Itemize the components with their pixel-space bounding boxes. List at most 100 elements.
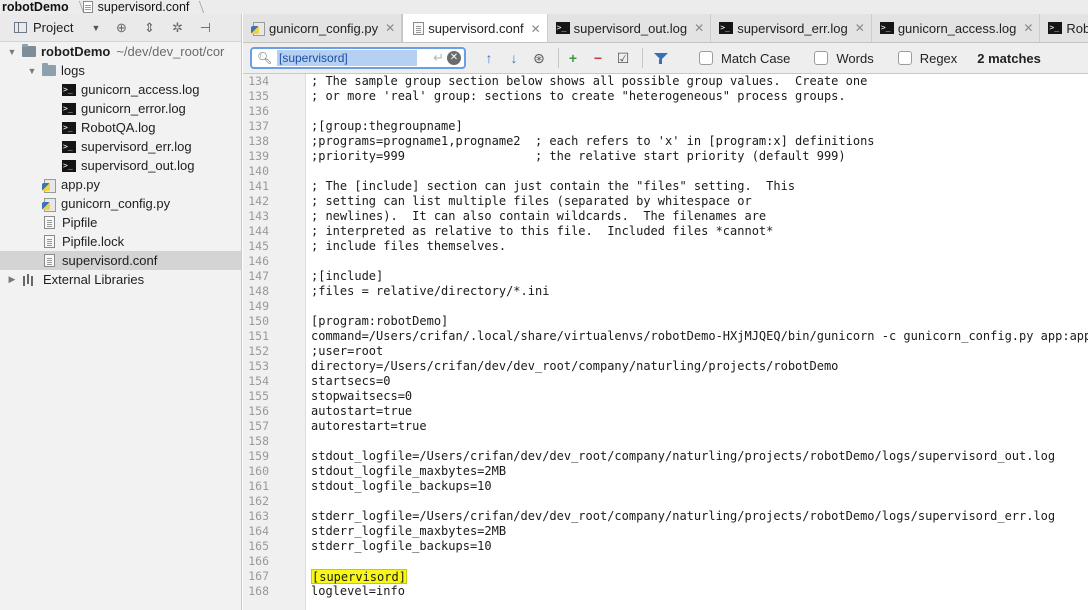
- match-case-checkbox[interactable]: Match Case: [699, 51, 790, 66]
- gear-icon[interactable]: ✲: [170, 20, 184, 36]
- code-line[interactable]: 159 stdout_logfile=/Users/crifan/dev/dev_…: [243, 449, 1088, 464]
- locate-file-icon[interactable]: ⊕: [114, 20, 128, 36]
- tree-item[interactable]: >_ RobotQA.log: [0, 118, 241, 137]
- tree-item[interactable]: gunicorn_config.py: [0, 194, 241, 213]
- expand-arrow-icon[interactable]: ▼: [6, 47, 18, 57]
- close-icon[interactable]: ✕: [1023, 21, 1033, 35]
- code-line[interactable]: 138 ;programs=progname1,progname2 ; each …: [243, 134, 1088, 149]
- code-line[interactable]: 161 stdout_logfile_backups=10: [243, 479, 1088, 494]
- tree-item[interactable]: >_ gunicorn_error.log: [0, 99, 241, 118]
- tree-item[interactable]: ▶ External Libraries: [0, 270, 241, 289]
- code-line[interactable]: 157 autorestart=true: [243, 419, 1088, 434]
- code-line[interactable]: 149: [243, 299, 1088, 314]
- code-line[interactable]: 148 ;files = relative/directory/*.ini: [243, 284, 1088, 299]
- editor-tab-bar: gunicorn_config.py ✕ supervisord.conf ✕ >_ su…: [243, 14, 1088, 43]
- breadcrumb-file[interactable]: supervisord.conf: [81, 0, 194, 14]
- code-line[interactable]: 136: [243, 104, 1088, 119]
- editor-tab[interactable]: supervisord.conf ✕: [402, 14, 548, 42]
- code-line[interactable]: 154 startsecs=0: [243, 374, 1088, 389]
- project-view-selector[interactable]: Project: [33, 20, 73, 35]
- code-text: ;priority=999 ; the relative start prior…: [311, 149, 846, 163]
- checkbox-box[interactable]: [814, 51, 829, 65]
- line-number: 148: [248, 284, 269, 298]
- code-line[interactable]: 134 ; The sample group section below show…: [243, 74, 1088, 89]
- code-line[interactable]: 158: [243, 434, 1088, 449]
- breadcrumb-project[interactable]: robotDemo: [0, 0, 73, 14]
- code-line[interactable]: 168 loglevel=info: [243, 584, 1088, 599]
- code-line[interactable]: 147 ;[include]: [243, 269, 1088, 284]
- find-all-icon[interactable]: ⊛: [528, 50, 550, 67]
- code-line[interactable]: 151 command=/Users/crifan/.local/share/vi…: [243, 329, 1088, 344]
- words-checkbox[interactable]: Words: [814, 51, 874, 66]
- tree-item[interactable]: >_ gunicorn_access.log: [0, 80, 241, 99]
- tree-item[interactable]: app.py: [0, 175, 241, 194]
- tree-item[interactable]: >_ supervisord_err.log: [0, 137, 241, 156]
- tree-item[interactable]: ▼ logs: [0, 61, 241, 80]
- editor-tab[interactable]: gunicorn_config.py ✕: [243, 14, 403, 42]
- close-icon[interactable]: ✕: [385, 21, 395, 35]
- collapse-all-icon[interactable]: ⇕: [142, 20, 156, 36]
- code-line[interactable]: 143 ; newlines). It can also contain wild…: [243, 209, 1088, 224]
- code-line[interactable]: 139 ;priority=999 ; the relative start pr…: [243, 149, 1088, 164]
- code-text: ; setting can list multiple files (separ…: [311, 194, 752, 208]
- checkbox-box[interactable]: [699, 51, 713, 65]
- clear-search-icon[interactable]: ✕: [447, 51, 461, 65]
- code-line[interactable]: 167 [supervisord]: [243, 569, 1088, 584]
- checkbox-box[interactable]: [897, 51, 912, 65]
- line-number: 143: [248, 209, 269, 223]
- code-line[interactable]: 153 directory=/Users/crifan/dev/dev_root/…: [243, 359, 1088, 374]
- close-icon[interactable]: ✕: [531, 22, 541, 36]
- code-text: ; interpreted as relative to this file. …: [311, 224, 774, 238]
- editor-tab[interactable]: >_RobotQA.log✕: [1040, 14, 1088, 42]
- tree-item[interactable]: supervisord.conf: [0, 251, 241, 270]
- search-field[interactable]: 🔍︎ ↵ ✕: [250, 47, 466, 69]
- code-line[interactable]: 164 stderr_logfile_maxbytes=2MB: [243, 524, 1088, 539]
- code-line[interactable]: 165 stderr_logfile_backups=10: [243, 539, 1088, 554]
- add-selection-icon[interactable]: +: [562, 50, 584, 66]
- search-icon[interactable]: 🔍︎: [257, 51, 275, 65]
- code-line[interactable]: 155 stopwaitsecs=0: [243, 389, 1088, 404]
- code-line[interactable]: 141 ; The [include] section can just cont…: [243, 179, 1088, 194]
- editor-tab[interactable]: >_ supervisord_out.log ✕: [548, 14, 712, 42]
- regex-checkbox[interactable]: Regex: [897, 51, 957, 66]
- code-line[interactable]: 144 ; interpreted as relative to this fil…: [243, 224, 1088, 239]
- code-text: ;files = relative/directory/*.ini: [311, 284, 550, 298]
- chevron-down-icon[interactable]: ▼: [91, 23, 100, 33]
- newline-icon[interactable]: ↵: [433, 50, 444, 66]
- hide-panel-icon[interactable]: ⊣: [198, 20, 212, 36]
- code-line[interactable]: 140: [243, 164, 1088, 179]
- code-text: stderr_logfile_backups=10: [311, 539, 492, 553]
- close-icon[interactable]: ✕: [694, 21, 704, 35]
- collapse-arrow-icon[interactable]: ▶: [6, 274, 18, 285]
- next-occurrence-icon[interactable]: ↓: [503, 50, 525, 66]
- code-line[interactable]: 163 stderr_logfile=/Users/crifan/dev/dev_…: [243, 509, 1088, 524]
- close-icon[interactable]: ✕: [855, 21, 865, 35]
- editor-tab[interactable]: >_ supervisord_err.log ✕: [711, 14, 872, 42]
- filter-icon[interactable]: [653, 51, 669, 65]
- tree-item[interactable]: Pipfile.lock: [0, 232, 241, 251]
- code-line[interactable]: 135 ; or more 'real' group: sections to c…: [243, 89, 1088, 104]
- code-line[interactable]: 146: [243, 254, 1088, 269]
- project-path: ~/dev/dev_root/cor: [116, 44, 225, 59]
- code-line[interactable]: 152 ;user=root: [243, 344, 1088, 359]
- code-line[interactable]: 142 ; setting can list multiple files (se…: [243, 194, 1088, 209]
- tree-item[interactable]: Pipfile: [0, 213, 241, 232]
- code-line[interactable]: 156 autostart=true: [243, 404, 1088, 419]
- previous-occurrence-icon[interactable]: ↑: [478, 50, 500, 66]
- search-input[interactable]: [277, 50, 417, 66]
- code-text: stdout_logfile_maxbytes=2MB: [311, 464, 507, 478]
- tree-item[interactable]: >_ supervisord_out.log: [0, 156, 241, 175]
- code-editor[interactable]: 134 ; The sample group section below show…: [243, 74, 1088, 610]
- code-line[interactable]: 166: [243, 554, 1088, 569]
- code-line[interactable]: 145 ; include files themselves.: [243, 239, 1088, 254]
- select-all-occurrences-icon[interactable]: ☑: [612, 50, 634, 67]
- code-line[interactable]: 162: [243, 494, 1088, 509]
- editor-tab[interactable]: >_ gunicorn_access.log ✕: [872, 14, 1041, 42]
- line-number: 152: [248, 344, 269, 358]
- remove-selection-icon[interactable]: −: [587, 50, 609, 66]
- expand-arrow-icon[interactable]: ▼: [26, 66, 38, 76]
- code-line[interactable]: 160 stdout_logfile_maxbytes=2MB: [243, 464, 1088, 479]
- code-line[interactable]: 137 ;[group:thegroupname]: [243, 119, 1088, 134]
- code-line[interactable]: 150 [program:robotDemo]: [243, 314, 1088, 329]
- tree-item[interactable]: ▼ robotDemo ~/dev/dev_root/cor: [0, 42, 241, 61]
